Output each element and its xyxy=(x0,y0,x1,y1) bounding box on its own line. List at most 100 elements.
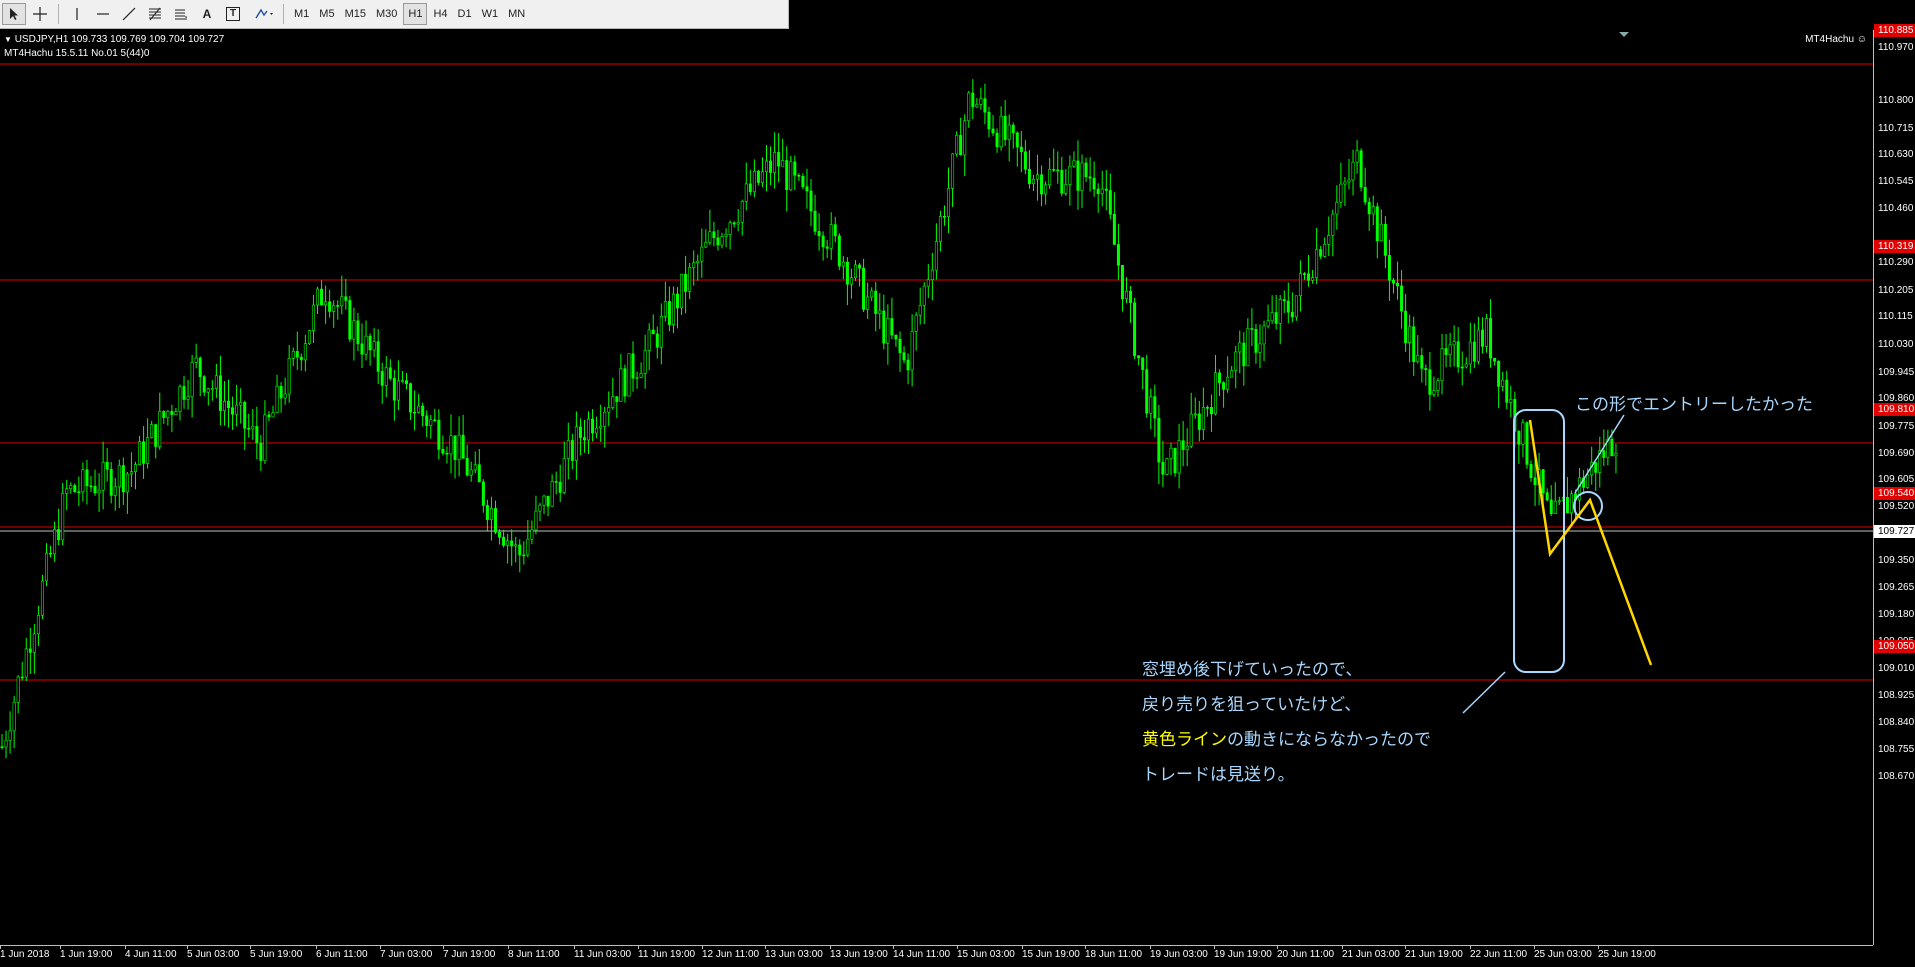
candle-body xyxy=(975,104,979,108)
time-tick xyxy=(574,946,575,949)
time-label: 15 Jun 19:00 xyxy=(1022,949,1080,960)
tf-h1[interactable]: H1 xyxy=(403,3,428,25)
candle-body xyxy=(243,402,247,429)
candle-body xyxy=(1347,179,1351,183)
candle-body xyxy=(1072,160,1076,167)
time-label: 11 Jun 19:00 xyxy=(638,949,696,960)
candle-body xyxy=(489,508,493,520)
price-axis[interactable]: 110.970 110.800 110.715 110.630 110.545 110.4… xyxy=(1873,24,1915,945)
candle-body xyxy=(955,135,959,155)
tf-w1[interactable]: W1 xyxy=(478,3,503,25)
hline-price-label: 109.050 xyxy=(1874,640,1915,653)
candle-body xyxy=(1480,329,1484,347)
time-axis[interactable]: 1 Jun 2018 1 Jun 19:00 4 Jun 11:00 5 Jun 03… xyxy=(0,945,1873,967)
candle-body xyxy=(1149,396,1153,414)
tf-m15[interactable]: M15 xyxy=(341,3,370,25)
cursor-arrow-icon[interactable] xyxy=(2,3,26,25)
price-label: 110.630 xyxy=(1878,149,1914,160)
candle-body xyxy=(1549,499,1553,515)
candle-body xyxy=(324,301,328,306)
candle-body xyxy=(890,318,894,336)
candle-body xyxy=(332,305,336,312)
candle-body xyxy=(825,246,829,249)
candle-body xyxy=(1036,174,1040,180)
candle-body xyxy=(1076,160,1080,191)
horizontal-line-icon[interactable] xyxy=(91,3,115,25)
candle-body xyxy=(785,160,789,190)
note-line-3-rest: の動きにならなかったので xyxy=(1227,730,1431,750)
crosshair-icon[interactable] xyxy=(28,3,52,25)
candle-body xyxy=(441,449,445,454)
candle-body xyxy=(1056,169,1060,172)
candle-body xyxy=(182,386,186,400)
candle-body xyxy=(1408,326,1412,343)
candle-body xyxy=(712,231,716,239)
time-tick xyxy=(957,946,958,949)
candle-body xyxy=(902,352,906,361)
candle-body xyxy=(582,437,586,441)
candle-body xyxy=(295,351,299,358)
current-price-label: 109.727 xyxy=(1874,525,1915,538)
chart-toolbar: A T M1 M5 M15 M30 H1 H4 D1 W1 MN xyxy=(0,0,789,29)
time-tick xyxy=(316,946,317,949)
candle-body xyxy=(805,186,809,192)
fibonacci-fan-icon[interactable] xyxy=(169,3,193,25)
candle-body xyxy=(704,242,708,248)
tf-mn[interactable]: MN xyxy=(504,3,529,25)
tf-m5[interactable]: M5 xyxy=(315,3,338,25)
candle-body xyxy=(1068,166,1072,185)
candle-body xyxy=(886,318,890,344)
candle-body xyxy=(518,544,522,556)
tf-h4[interactable]: H4 xyxy=(429,3,451,25)
shift-marker-icon[interactable] xyxy=(1619,32,1629,37)
candle-body xyxy=(1355,150,1359,163)
candle-body xyxy=(910,331,914,371)
candle-body xyxy=(951,153,955,189)
candle-body xyxy=(680,273,684,309)
candle-body xyxy=(765,160,769,173)
candle-body xyxy=(481,481,485,506)
price-label: 110.205 xyxy=(1878,285,1914,296)
candle-body xyxy=(1031,178,1035,185)
shapes-icon[interactable] xyxy=(247,3,277,25)
vertical-line-icon[interactable] xyxy=(65,3,89,25)
candle-body xyxy=(113,486,117,496)
candle-body xyxy=(1177,440,1181,474)
candle-body xyxy=(1464,363,1468,368)
time-label: 13 Jun 03:00 xyxy=(765,949,823,960)
candle-body xyxy=(987,111,991,130)
candle-body xyxy=(1452,341,1456,346)
candle-body xyxy=(1242,342,1246,367)
candle-body xyxy=(1396,282,1400,287)
tf-m30[interactable]: M30 xyxy=(372,3,401,25)
candle-body xyxy=(1197,413,1201,430)
candle-body xyxy=(129,471,133,475)
fibonacci-icon[interactable] xyxy=(143,3,167,25)
candle-body xyxy=(1319,249,1323,257)
candle-body xyxy=(1602,450,1606,458)
candle-body xyxy=(65,488,69,494)
candle-body xyxy=(534,510,538,531)
time-label: 11 Jun 03:00 xyxy=(574,949,632,960)
tf-m1[interactable]: M1 xyxy=(290,3,313,25)
candle-body xyxy=(773,152,777,173)
time-tick xyxy=(60,946,61,949)
candle-body xyxy=(967,92,971,122)
candle-body xyxy=(979,98,983,105)
candle-body xyxy=(1141,357,1145,370)
candle-body xyxy=(433,419,437,421)
candle-body xyxy=(344,296,348,301)
text-label-icon[interactable]: T xyxy=(221,3,245,25)
trendline-icon[interactable] xyxy=(117,3,141,25)
candle-body xyxy=(1052,169,1056,171)
candle-body xyxy=(858,264,862,269)
tf-d1[interactable]: D1 xyxy=(454,3,476,25)
time-tick xyxy=(250,946,251,949)
candle-body xyxy=(400,380,404,382)
candle-body xyxy=(469,469,473,476)
candle-body xyxy=(1569,493,1573,514)
text-icon[interactable]: A xyxy=(195,3,219,25)
candle-body xyxy=(1307,273,1311,281)
candle-body xyxy=(1610,438,1614,457)
candle-body xyxy=(1460,366,1464,369)
